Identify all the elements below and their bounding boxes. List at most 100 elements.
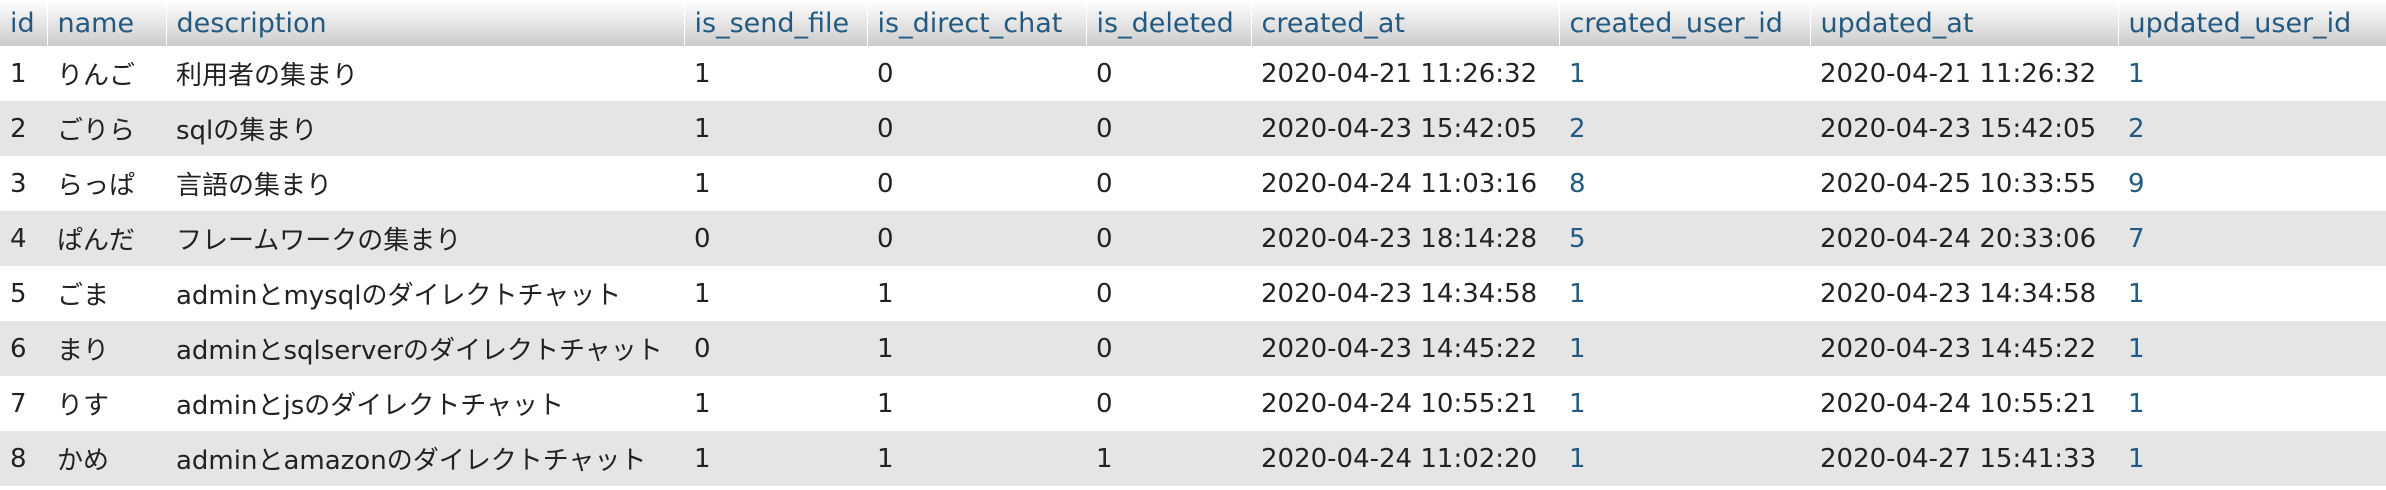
cell-updated-at: 2020-04-23 15:42:05 [1810, 101, 2118, 156]
table-body: 1 りんご 利用者の集まり 1 0 0 2020-04-21 11:26:32 1 2020-0… [0, 46, 2386, 486]
cell-created-at: 2020-04-23 15:42:05 [1251, 101, 1559, 156]
cell-description: 利用者の集まり [166, 46, 684, 101]
column-header-name[interactable]: name [47, 0, 167, 46]
table-row[interactable]: 2 ごりら sqlの集まり 1 0 0 2020-04-23 15:42:05 2 2020-0… [0, 101, 2386, 156]
cell-is-send-file: 1 [684, 376, 867, 431]
cell-is-direct-chat: 1 [867, 376, 1086, 431]
cell-created-user-id[interactable]: 1 [1559, 266, 1810, 321]
cell-updated-at: 2020-04-21 11:26:32 [1810, 46, 2118, 101]
cell-is-send-file: 0 [684, 211, 867, 266]
cell-id: 1 [0, 46, 47, 101]
cell-description: sqlの集まり [166, 101, 684, 156]
table-row[interactable]: 8 かめ adminとamazonのダイレクトチャット 1 1 1 2020-04-24 1… [0, 431, 2386, 486]
cell-name: まり [47, 321, 166, 376]
cell-is-direct-chat: 0 [867, 46, 1086, 101]
column-header-description[interactable]: description [166, 0, 685, 46]
cell-is-deleted: 0 [1086, 156, 1251, 211]
cell-name: ごりら [47, 101, 166, 156]
cell-is-send-file: 1 [684, 266, 867, 321]
cell-updated-at: 2020-04-27 15:41:33 [1810, 431, 2118, 486]
cell-description: フレームワークの集まり [166, 211, 684, 266]
cell-updated-user-id[interactable]: 1 [2118, 46, 2386, 101]
cell-is-direct-chat: 0 [867, 101, 1086, 156]
column-header-created-at[interactable]: created_at [1251, 0, 1560, 46]
cell-is-send-file: 1 [684, 46, 867, 101]
cell-id: 8 [0, 431, 47, 486]
cell-is-direct-chat: 0 [867, 211, 1086, 266]
cell-is-deleted: 0 [1086, 101, 1251, 156]
cell-is-deleted: 0 [1086, 376, 1251, 431]
cell-created-user-id[interactable]: 1 [1559, 431, 1810, 486]
results-table: id name description is_send_file is_direct_c… [0, 0, 2386, 486]
cell-name: らっぱ [47, 156, 166, 211]
table-row[interactable]: 6 まり adminとsqlserverのダイレクトチャット 0 1 0 2020-04-2… [0, 321, 2386, 376]
column-header-is-direct-chat[interactable]: is_direct_chat [867, 0, 1087, 46]
cell-is-send-file: 1 [684, 431, 867, 486]
cell-id: 5 [0, 266, 47, 321]
cell-id: 7 [0, 376, 47, 431]
cell-updated-user-id[interactable]: 1 [2118, 376, 2386, 431]
cell-updated-user-id[interactable]: 9 [2118, 156, 2386, 211]
cell-created-user-id[interactable]: 1 [1559, 321, 1810, 376]
table-row[interactable]: 1 りんご 利用者の集まり 1 0 0 2020-04-21 11:26:32 1 2020-0… [0, 46, 2386, 101]
cell-updated-user-id[interactable]: 1 [2118, 266, 2386, 321]
table-row[interactable]: 5 ごま adminとmysqlのダイレクトチャット 1 1 0 2020-04-23 14… [0, 266, 2386, 321]
cell-created-at: 2020-04-24 10:55:21 [1251, 376, 1559, 431]
cell-is-deleted: 1 [1086, 431, 1251, 486]
cell-created-user-id[interactable]: 5 [1559, 211, 1810, 266]
cell-description: adminとjsのダイレクトチャット [166, 376, 684, 431]
cell-is-direct-chat: 1 [867, 266, 1086, 321]
cell-created-at: 2020-04-21 11:26:32 [1251, 46, 1559, 101]
cell-id: 6 [0, 321, 47, 376]
cell-description: adminとsqlserverのダイレクトチャット [166, 321, 684, 376]
cell-name: ごま [47, 266, 166, 321]
cell-is-deleted: 0 [1086, 46, 1251, 101]
cell-id: 2 [0, 101, 47, 156]
cell-is-direct-chat: 0 [867, 156, 1086, 211]
cell-name: りす [47, 376, 166, 431]
cell-created-user-id[interactable]: 8 [1559, 156, 1810, 211]
cell-updated-user-id[interactable]: 2 [2118, 101, 2386, 156]
column-header-updated-at[interactable]: updated_at [1810, 0, 2119, 46]
column-header-created-user-id[interactable]: created_user_id [1559, 0, 1811, 46]
cell-created-at: 2020-04-23 14:45:22 [1251, 321, 1559, 376]
cell-is-direct-chat: 1 [867, 431, 1086, 486]
table-row[interactable]: 7 りす adminとjsのダイレクトチャット 1 1 0 2020-04-24 10:55… [0, 376, 2386, 431]
cell-created-at: 2020-04-23 14:34:58 [1251, 266, 1559, 321]
cell-id: 3 [0, 156, 47, 211]
header-row: id name description is_send_file is_direct_c… [0, 0, 2386, 46]
cell-name: りんご [47, 46, 166, 101]
cell-description: adminとamazonのダイレクトチャット [166, 431, 684, 486]
cell-created-user-id[interactable]: 1 [1559, 376, 1810, 431]
cell-updated-user-id[interactable]: 1 [2118, 321, 2386, 376]
cell-updated-at: 2020-04-25 10:33:55 [1810, 156, 2118, 211]
cell-is-deleted: 0 [1086, 321, 1251, 376]
cell-created-user-id[interactable]: 2 [1559, 101, 1810, 156]
cell-updated-at: 2020-04-24 10:55:21 [1810, 376, 2118, 431]
column-header-id[interactable]: id [0, 0, 48, 46]
cell-created-user-id[interactable]: 1 [1559, 46, 1810, 101]
cell-is-send-file: 1 [684, 101, 867, 156]
table-row[interactable]: 3 らっぱ 言語の集まり 1 0 0 2020-04-24 11:03:16 8 2020-04… [0, 156, 2386, 211]
column-header-is-send-file[interactable]: is_send_file [684, 0, 868, 46]
cell-is-direct-chat: 1 [867, 321, 1086, 376]
cell-is-deleted: 0 [1086, 211, 1251, 266]
cell-updated-at: 2020-04-24 20:33:06 [1810, 211, 2118, 266]
cell-updated-at: 2020-04-23 14:45:22 [1810, 321, 2118, 376]
cell-name: かめ [47, 431, 166, 486]
cell-is-deleted: 0 [1086, 266, 1251, 321]
cell-description: adminとmysqlのダイレクトチャット [166, 266, 684, 321]
cell-description: 言語の集まり [166, 156, 684, 211]
cell-created-at: 2020-04-23 18:14:28 [1251, 211, 1559, 266]
cell-updated-user-id[interactable]: 1 [2118, 431, 2386, 486]
cell-updated-at: 2020-04-23 14:34:58 [1810, 266, 2118, 321]
cell-is-send-file: 0 [684, 321, 867, 376]
cell-id: 4 [0, 211, 47, 266]
column-header-updated-user-id[interactable]: updated_user_id [2118, 0, 2386, 46]
cell-created-at: 2020-04-24 11:02:20 [1251, 431, 1559, 486]
cell-updated-user-id[interactable]: 7 [2118, 211, 2386, 266]
cell-is-send-file: 1 [684, 156, 867, 211]
table-row[interactable]: 4 ぱんだ フレームワークの集まり 0 0 0 2020-04-23 18:14:28 5 20… [0, 211, 2386, 266]
column-header-is-deleted[interactable]: is_deleted [1086, 0, 1252, 46]
cell-name: ぱんだ [47, 211, 166, 266]
